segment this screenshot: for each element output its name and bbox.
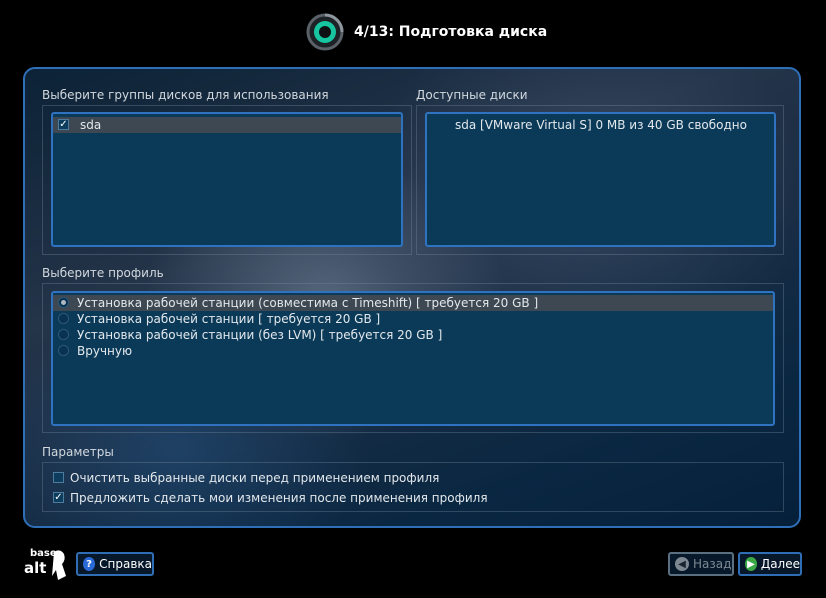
back-button-label: Назад — [693, 557, 732, 571]
profile-list[interactable]: Установка рабочей станции (совместима с … — [51, 291, 775, 426]
help-button[interactable]: ? Справка — [76, 552, 154, 576]
installer-header: 4/13: Подготовка диска — [0, 0, 826, 64]
help-button-label: Справка — [99, 557, 152, 571]
disk-groups-label: Выберите группы дисков для использования — [42, 88, 329, 102]
available-disk-item[interactable]: sda [VMware Virtual S] 0 MB из 40 GB сво… — [427, 117, 774, 133]
basealt-logo: base alt — [24, 546, 66, 580]
profile-option-label: Установка рабочей станции (совместима с … — [77, 296, 539, 310]
disk-group-item-sda[interactable]: ✓ sda — [53, 117, 401, 133]
profile-radio[interactable] — [58, 345, 69, 356]
clear-disks-checkbox[interactable] — [53, 472, 64, 483]
profile-radio[interactable] — [58, 297, 69, 308]
profile-label: Выберите профиль — [42, 266, 164, 280]
available-disks-label: Доступные диски — [416, 88, 528, 102]
clear-disks-label: Очистить выбранные диски перед применени… — [70, 471, 440, 485]
suggest-changes-checkbox[interactable]: ✓ — [53, 492, 64, 503]
profile-option-label: Установка рабочей станции [ требуется 20… — [77, 312, 381, 326]
profile-option[interactable]: Вручную — [53, 343, 773, 359]
available-disk-label: sda [VMware Virtual S] 0 MB из 40 GB сво… — [455, 118, 747, 132]
page-title: 4/13: Подготовка диска — [354, 24, 548, 40]
profile-option-label: Вручную — [77, 344, 133, 358]
disk-group-checkbox[interactable]: ✓ — [58, 119, 69, 130]
profile-radio[interactable] — [58, 329, 69, 340]
alt-installer-logo-icon — [306, 13, 344, 51]
disk-groups-list[interactable]: ✓ sda — [51, 112, 403, 247]
suggest-changes-label: Предложить сделать мои изменения после п… — [70, 491, 488, 505]
profile-option[interactable]: Установка рабочей станции (без LVM) [ тр… — [53, 327, 773, 343]
back-arrow-icon: ◀ — [675, 557, 689, 571]
next-arrow-icon: ▶ — [745, 557, 757, 571]
back-button[interactable]: ◀ Назад — [668, 552, 734, 576]
next-button-label: Далее — [760, 557, 800, 571]
profile-radio[interactable] — [58, 313, 69, 324]
help-icon: ? — [83, 557, 96, 571]
profile-option-label: Установка рабочей станции (без LVM) [ тр… — [77, 328, 443, 342]
logo-text-base: base — [30, 548, 57, 559]
profile-option[interactable]: Установка рабочей станции [ требуется 20… — [53, 311, 773, 327]
next-button[interactable]: ▶ Далее — [738, 552, 802, 576]
params-label: Параметры — [42, 445, 114, 459]
available-disks-list[interactable]: sda [VMware Virtual S] 0 MB из 40 GB сво… — [425, 112, 776, 247]
profile-option[interactable]: Установка рабочей станции (совместима с … — [53, 295, 773, 311]
disk-group-label: sda — [80, 118, 102, 132]
disk-setup-panel: Выберите группы дисков для использования… — [23, 67, 801, 528]
logo-text-alt: alt — [24, 559, 46, 577]
